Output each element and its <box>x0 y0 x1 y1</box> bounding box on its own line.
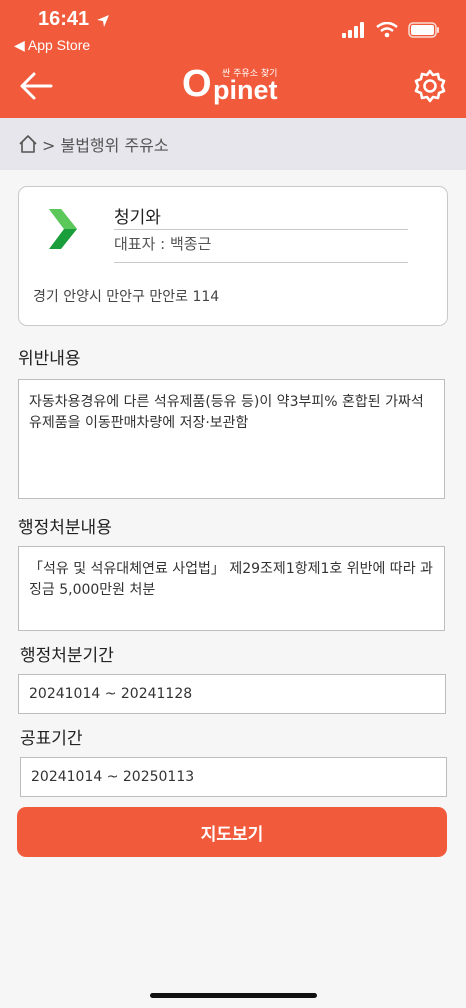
announce-period-label: 공표기간 <box>20 729 83 749</box>
view-map-button[interactable]: 지도보기 <box>17 807 447 857</box>
station-name: 청기와 <box>114 208 161 228</box>
gear-icon[interactable] <box>412 68 448 104</box>
home-indicator[interactable] <box>150 993 317 998</box>
station-address: 경기 안양시 만안구 만안로 114 <box>33 289 220 305</box>
home-icon[interactable] <box>18 134 38 154</box>
violation-label: 위반내용 <box>18 349 81 369</box>
battery-icon <box>408 22 440 42</box>
brand-logo-icon <box>49 209 77 253</box>
divider <box>114 229 408 230</box>
breadcrumb-label: > 불법행위 주유소 <box>42 136 169 155</box>
disposition-period-field: 20241014 ~ 20241128 <box>18 674 446 714</box>
divider <box>114 262 408 263</box>
announce-period-field: 20241014 ~ 20250113 <box>20 757 447 797</box>
status-icons <box>342 21 440 42</box>
disposition-period-value: 20241014 ~ 20241128 <box>29 686 193 702</box>
logo-text: pinet <box>213 75 278 105</box>
logo-letter: O <box>182 63 212 105</box>
location-arrow-icon <box>96 13 110 32</box>
announce-period-value: 20241014 ~ 20250113 <box>31 769 195 785</box>
disposition-period-label: 행정처분기간 <box>20 646 114 666</box>
opinet-logo: O 싼 주유소 찾기 pinet <box>182 62 292 106</box>
back-arrow-icon[interactable] <box>18 68 54 104</box>
status-time: 16:41 <box>38 8 90 30</box>
breadcrumb: > 불법행위 주유소 <box>0 118 466 170</box>
back-to-app-store-link[interactable]: ◀ App Store <box>14 37 90 54</box>
signal-icon <box>342 22 366 42</box>
representative: 대표자 : 백종근 <box>114 235 212 253</box>
app-header: 16:41 ◀ App Store O 싼 주유소 찾기 pinet <box>0 0 466 118</box>
violation-content: 자동차용경유에 다른 석유제품(등유 등)이 약3부피% 혼합된 가짜석유제품을… <box>18 379 445 499</box>
disposition-label: 행정처분내용 <box>18 518 112 538</box>
station-card: 청기와 대표자 : 백종근 경기 안양시 만안구 만안로 114 <box>18 186 448 326</box>
disposition-content: 「석유 및 석유대체연료 사업법」 제29조제1항제1호 위반에 따라 과징금 … <box>18 546 445 631</box>
wifi-icon <box>376 21 398 42</box>
